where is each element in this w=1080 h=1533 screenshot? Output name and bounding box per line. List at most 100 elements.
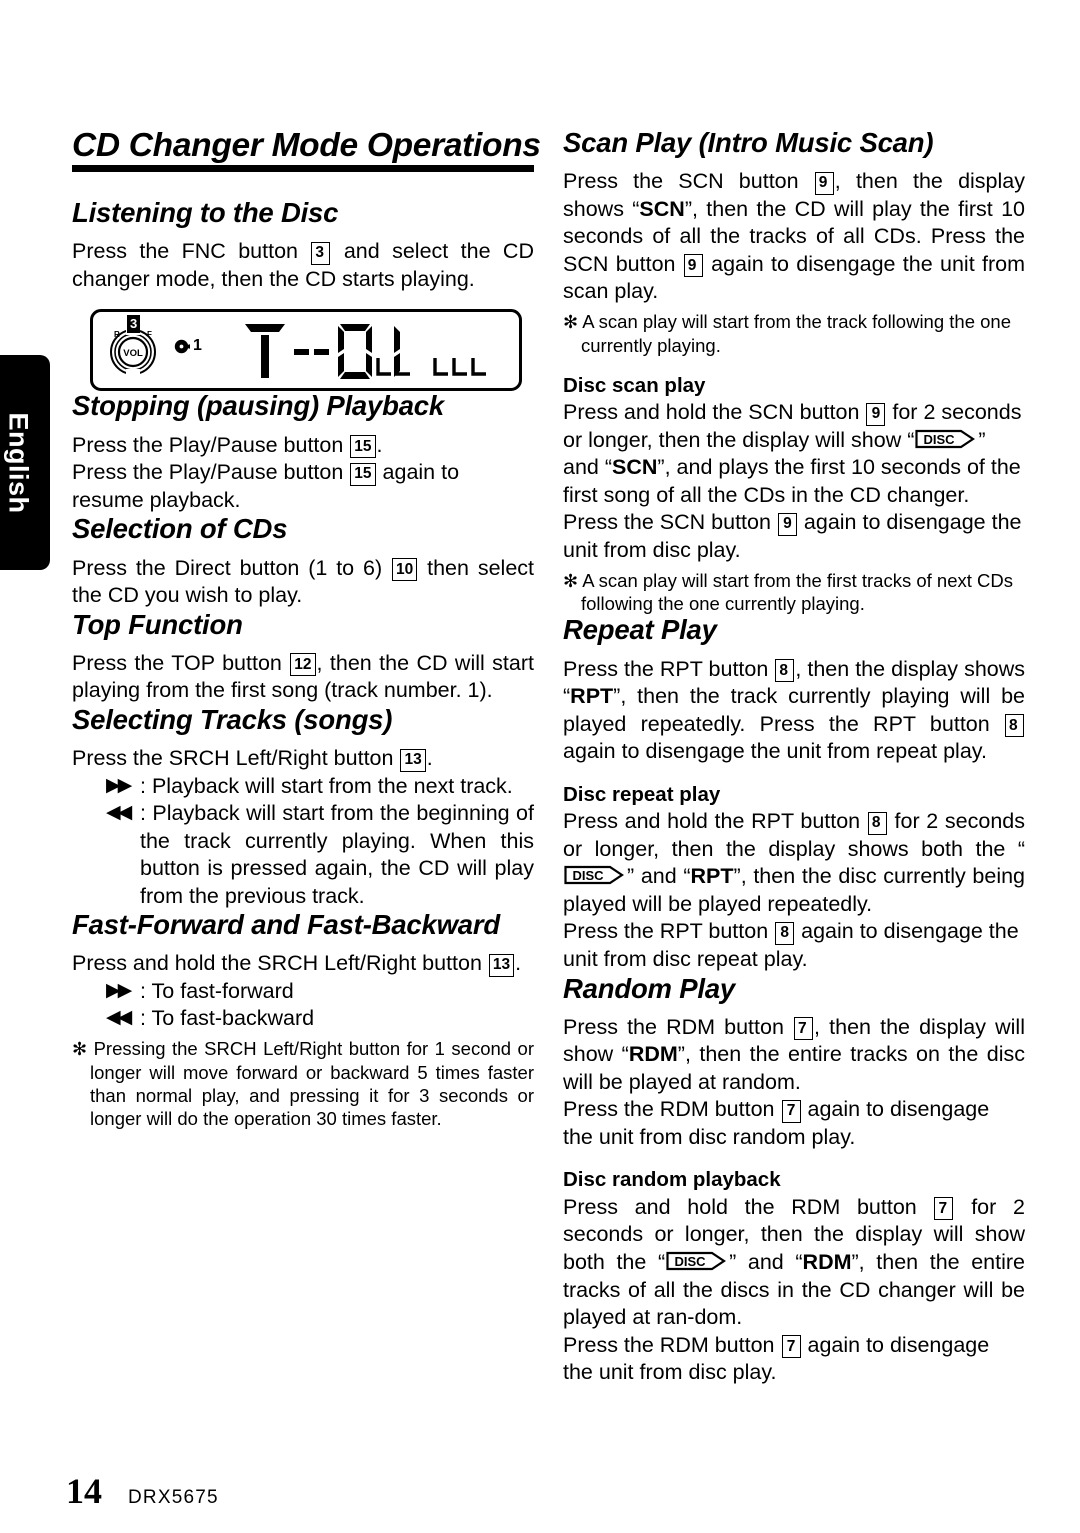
ref-button-9c: 9 [866, 402, 886, 426]
section-heading-fast-forward: Fast-Forward and Fast-Backward [72, 909, 500, 941]
fast-backward-arrow-icon: ◀◀ [106, 802, 132, 824]
subheading-disc-repeat-play: Disc repeat play [563, 782, 721, 806]
random-play-text-1: Press the RDM button [563, 1014, 784, 1039]
section-heading-random-play: Random Play [563, 972, 736, 1004]
ref-button-13b: 13 [488, 953, 515, 977]
stopping-line1-b: . [376, 432, 383, 457]
fast-forward-arrow-icon-2: ▶▶ [106, 979, 132, 1001]
top-function-text-1: Press the TOP button [72, 650, 282, 675]
random-play-paragraph-2: Press the RDM button 7 again to disengag… [563, 1096, 1025, 1151]
disc-random-display-word: RDM [802, 1250, 852, 1274]
repeat-play-text-1: Press the RPT button [563, 656, 769, 681]
subheading-disc-random-playback: Disc random playback [563, 1168, 781, 1192]
random-play-display-word: RDM [628, 1042, 678, 1067]
disc-scan-text-5: Press the SCN button [563, 510, 771, 535]
selecting-tracks-forward-line: ▶▶ : Playback will start from the next t… [106, 773, 534, 801]
ref-button-15b: 15 [350, 462, 376, 486]
random-play-text-4: Press the RDM button [563, 1097, 775, 1122]
fast-forward-arrow-icon: ▶▶ [106, 774, 132, 796]
scan-play-note: ✻ A scan play will start from the track … [563, 310, 1025, 357]
ref-button-8d: 8 [775, 921, 795, 945]
top-function-paragraph: Press the TOP button 12, then the CD wil… [72, 650, 534, 705]
section-heading-stopping: Stopping (pausing) Playback [72, 390, 444, 422]
ref-button-9d: 9 [777, 512, 797, 536]
selecting-tracks-text-1: Press the SRCH Left/Right button [72, 746, 394, 771]
footer-model-number: DRX5675 [128, 1487, 219, 1508]
right-column: Scan Play (Intro Music Scan) Press the S… [563, 127, 1025, 1387]
ref-button-15: 15 [350, 435, 376, 459]
disc-random-playback-paragraph-2: Press the RDM button 7 again to disengag… [563, 1332, 1025, 1387]
footer-page-number: 14 [66, 1471, 102, 1511]
disc-scan-display-word: SCN [612, 455, 658, 480]
ref-button-8c: 8 [867, 811, 887, 835]
selecting-tracks-text-2: . [426, 746, 433, 771]
lcd-disc-number: 1 [193, 337, 202, 355]
stopping-paragraph-1: Press the Play/Pause button 15. [72, 432, 534, 460]
disc-indicator-icon: DISC [915, 429, 977, 449]
repeat-play-text-3: ”, then the track currently playing will… [563, 684, 1025, 736]
disc-scan-play-paragraph-2: Press the SCN button 9 again to disengag… [563, 509, 1025, 564]
random-play-paragraph: Press the RDM button 7, then the display… [563, 1014, 1025, 1097]
svg-text:VOL: VOL [123, 348, 143, 359]
page-title: CD Changer Mode Operations [72, 127, 541, 164]
ref-button-8b: 8 [1005, 714, 1024, 738]
lcd-segment-markers [376, 358, 486, 377]
svg-text:DISC: DISC [924, 432, 956, 447]
knob-front-label: F [147, 330, 152, 339]
disc-random-text-3: ” and “ [729, 1250, 803, 1274]
ref-button-12: 12 [290, 653, 316, 677]
ref-button-10: 10 [392, 558, 418, 581]
fast-forward-text-2: . [515, 951, 522, 976]
repeat-play-display-word: RPT [570, 684, 614, 709]
ref-button-8: 8 [775, 659, 795, 683]
disc-repeat-text-1: Press and hold the RPT button [563, 809, 861, 834]
fast-forward-line: ▶▶ : To fast-forward [106, 978, 534, 1006]
fast-backward-line: ◀◀ : To fast-backward [106, 1005, 534, 1033]
ref-button-13: 13 [400, 748, 426, 772]
disc-indicator-icon-2: DISC [564, 865, 626, 885]
section-heading-top-function: Top Function [72, 608, 243, 640]
ref-button-7c: 7 [934, 1197, 954, 1221]
disc-scan-play-note: ✻ A scan play will start from the first … [563, 569, 1025, 616]
section-heading-selecting-tracks: Selecting Tracks (songs) [72, 703, 393, 735]
page-footer: 14 DRX5675 [66, 1473, 219, 1509]
stopping-line2-a: Press the Play/Pause button [72, 460, 344, 485]
lcd-display-illustration: VOL R F 1 3 [90, 309, 522, 392]
selecting-tracks-backward-line: ◀◀ : Playback will start from the beginn… [106, 800, 534, 910]
listening-text-1: Press the FNC button [72, 239, 298, 264]
volume-knob-icon: VOL R F [110, 328, 156, 377]
lcd-segment-highlight: 3 [127, 315, 141, 334]
fast-forward-text: : To fast-forward [140, 978, 294, 1003]
disc-repeat-text-3: ” and “ [627, 864, 691, 889]
selecting-tracks-forward-text: : Playback will start from the next trac… [140, 773, 513, 798]
selection-paragraph: Press the Direct button (1 to 6) 10 then… [72, 555, 534, 610]
fast-forward-note: ✻ Pressing the SRCH Left/Right button fo… [72, 1037, 534, 1131]
scan-play-note-text: A scan play will start from the track fo… [581, 310, 1011, 356]
lcd-disc-indicator: 1 [173, 338, 202, 354]
selecting-tracks-paragraph: Press the SRCH Left/Right button 13. [72, 745, 534, 773]
selection-text-1: Press the Direct button (1 to 6) [72, 555, 383, 580]
fast-forward-paragraph: Press and hold the SRCH Left/Right butto… [72, 950, 534, 978]
disc-scan-note-text: A scan play will start from the first tr… [581, 569, 1013, 615]
disc-scan-play-paragraph: Press and hold the SCN button 9 for 2 se… [563, 399, 1025, 509]
disc-repeat-play-paragraph-2: Press the RPT button 8 again to disengag… [563, 918, 1025, 973]
scan-play-display-word: SCN [639, 196, 685, 221]
svg-text:DISC: DISC [572, 868, 604, 883]
disc-scan-text-1: Press and hold the SCN button [563, 400, 860, 425]
section-heading-listening: Listening to the Disc [72, 197, 339, 229]
title-underline [72, 165, 534, 173]
disc-random-text-1: Press and hold the RDM button [563, 1194, 917, 1219]
stopping-line1-a: Press the Play/Pause button [72, 432, 344, 457]
left-column: CD Changer Mode Operations Listening to … [72, 127, 541, 1131]
ref-button-9: 9 [814, 171, 834, 195]
fast-forward-text-1: Press and hold the SRCH Left/Right butto… [72, 951, 482, 976]
asterisk-marker-2: ✻ [563, 311, 579, 332]
disc-random-playback-paragraph: Press and hold the RDM button 7 for 2 se… [563, 1194, 1025, 1332]
disc-symbol-icon [174, 339, 190, 354]
scan-play-text-1: Press the SCN button [563, 169, 799, 194]
asterisk-marker: ✻ [72, 1038, 88, 1059]
section-heading-selection: Selection of CDs [72, 513, 288, 545]
fast-backward-arrow-icon-2: ◀◀ [106, 1007, 132, 1029]
stopping-paragraph-2: Press the Play/Pause button 15 again to … [72, 459, 534, 514]
repeat-play-text-4: again to disengage the unit from repeat … [563, 739, 987, 764]
